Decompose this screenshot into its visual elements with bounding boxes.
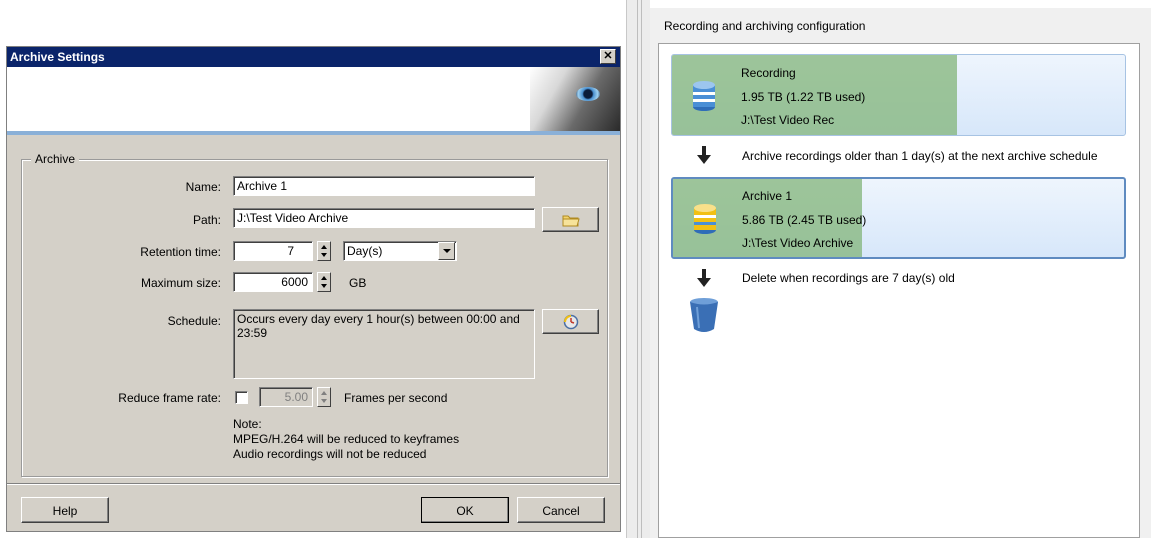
name-input[interactable]: Archive 1: [233, 176, 535, 196]
close-icon[interactable]: ✕: [600, 49, 616, 64]
fps-spin-icon: [317, 387, 331, 407]
retention-spin-icon[interactable]: [317, 241, 331, 261]
help-button[interactable]: Help: [21, 497, 109, 523]
wolf-eye-image: [576, 87, 600, 101]
fps-input: 5.00: [259, 387, 313, 407]
dialog-title: Archive Settings: [7, 47, 620, 67]
dialog-banner: [7, 67, 620, 135]
delete-rule-text: Delete when recordings are 7 day(s) old: [742, 271, 955, 285]
trash-icon: [690, 298, 718, 332]
database-icon: [693, 81, 715, 111]
archive-name: Archive 1: [742, 189, 793, 203]
maxsize-input[interactable]: 6000: [233, 272, 313, 292]
dropdown-arrow-icon[interactable]: [438, 242, 455, 260]
ok-button[interactable]: OK: [421, 497, 509, 523]
retention-input[interactable]: 7: [233, 241, 313, 261]
recording-card[interactable]: Recording 1.95 TB (1.22 TB used) J:\Test…: [671, 54, 1126, 136]
folder-icon: [562, 215, 580, 227]
arrow-down-icon: [697, 146, 711, 164]
reduce-frame-rate-checkbox[interactable]: [235, 391, 248, 404]
maxsize-unit: GB: [349, 276, 367, 290]
retention-label: Retention time:: [140, 245, 221, 259]
maxsize-label: Maximum size:: [140, 276, 221, 290]
note-title: Note:: [233, 417, 262, 431]
cancel-button[interactable]: Cancel: [517, 497, 605, 523]
path-input[interactable]: J:\Test Video Archive: [233, 208, 535, 228]
archive-path: J:\Test Video Archive: [742, 236, 854, 250]
panel-splitter[interactable]: [626, 0, 650, 538]
reduce-frame-rate-label: Reduce frame rate:: [118, 391, 221, 405]
config-content: Recording 1.95 TB (1.22 TB used) J:\Test…: [658, 43, 1140, 538]
archive-group-label: Archive: [31, 152, 80, 166]
archive-size: 5.86 TB (2.45 TB used): [742, 213, 867, 227]
config-panel: Recording and archiving configuration Re…: [650, 8, 1151, 538]
retention-unit-value: Day(s): [347, 244, 383, 258]
schedule-textbox: Occurs every day every 1 hour(s) between…: [233, 309, 535, 379]
note-line-1: MPEG/H.264 will be reduced to keyframes: [233, 432, 460, 446]
footer-separator: [7, 483, 620, 485]
archive-card[interactable]: Archive 1 5.86 TB (2.45 TB used) J:\Test…: [671, 177, 1126, 259]
archive-rule-text: Archive recordings older than 1 day(s) a…: [742, 149, 1098, 163]
database-icon: [694, 204, 716, 234]
path-label: Path:: [192, 213, 221, 227]
recording-name: Recording: [741, 66, 796, 80]
archive-settings-dialog: Archive Settings ✕ Archive Name: Archive…: [6, 46, 621, 532]
arrow-down-icon: [697, 269, 711, 287]
recording-size: 1.95 TB (1.22 TB used): [741, 90, 866, 104]
name-label: Name:: [185, 180, 221, 194]
schedule-button[interactable]: [542, 309, 599, 334]
schedule-label: Schedule:: [167, 314, 221, 328]
recording-path: J:\Test Video Rec: [741, 113, 835, 127]
browse-folder-button[interactable]: [542, 207, 599, 232]
config-title: Recording and archiving configuration: [664, 19, 866, 33]
schedule-clock-icon: [563, 314, 578, 330]
note-line-2: Audio recordings will not be reduced: [233, 447, 427, 461]
maxsize-spin-icon[interactable]: [317, 272, 331, 292]
fps-unit: Frames per second: [344, 391, 448, 405]
wolf-logo-image: [530, 67, 620, 131]
